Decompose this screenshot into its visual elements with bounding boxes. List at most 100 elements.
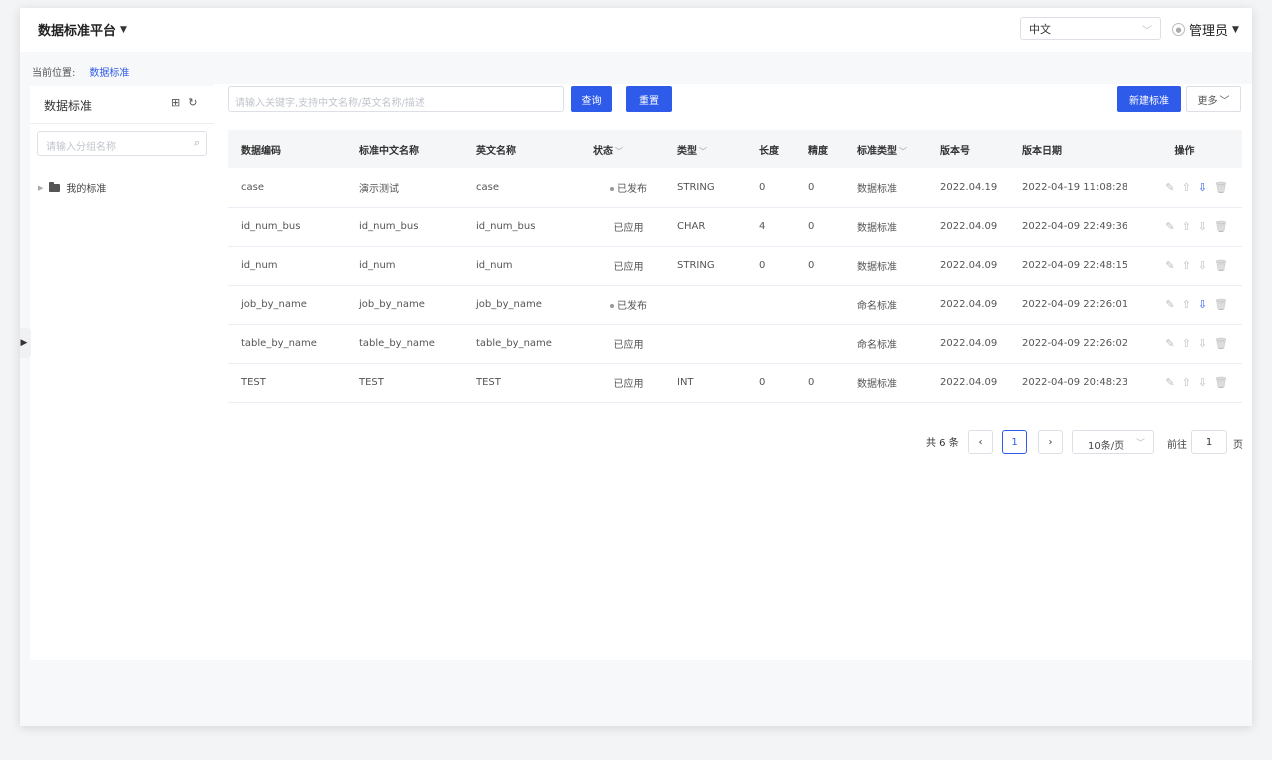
goto-label: 前往 [1167,440,1187,451]
column-header: 数据编码 [228,130,346,168]
column-header: 英文名称 [463,130,580,168]
delete-icon[interactable]: 🗑 [1214,220,1228,233]
status-dot-icon [610,186,614,191]
breadcrumb-current-link[interactable]: 数据标准 [89,64,129,79]
edit-icon[interactable]: ✎ [1165,376,1174,389]
page-size-value: 10条/页 [1088,441,1125,452]
column-header: 长度 [746,130,795,168]
apply-icon[interactable]: ⇩ [1198,376,1207,389]
publish-icon[interactable]: ⇧ [1182,220,1191,233]
search-icon[interactable]: ⌕ [194,136,200,150]
apply-icon[interactable]: ⇩ [1198,337,1207,350]
std-type-cell: 命名标准 [844,285,927,325]
code-link[interactable]: TEST [228,363,346,403]
publish-icon[interactable]: ⇧ [1182,259,1191,272]
delete-icon[interactable]: 🗑 [1214,337,1228,350]
column-header-type[interactable]: 类型 ﹀ [664,130,746,168]
code-link[interactable]: id_num [228,246,346,286]
column-header-std-type[interactable]: 标准类型 ﹀ [844,130,927,168]
length-cell: 4 [746,207,795,247]
expand-arrow-icon[interactable]: ▶ [38,184,43,192]
delete-icon[interactable]: 🗑 [1214,376,1228,389]
group-search-input[interactable]: 请输入分组名称 ⌕ [37,131,207,156]
publish-icon[interactable]: ⇧ [1182,376,1191,389]
cn-name-cell: id_num [346,246,463,286]
code-link[interactable]: job_by_name [228,285,346,325]
date-cell: 2022-04-09 22:26:01 [1009,285,1127,325]
prev-page-button[interactable]: ‹ [968,430,993,454]
edit-icon[interactable]: ✎ [1165,337,1174,350]
column-header: 精度 [795,130,844,168]
apply-icon[interactable]: ⇩ [1198,298,1207,311]
std-type-cell: 数据标准 [844,246,927,286]
caret-down-icon: ▼ [1232,24,1239,35]
version-cell: 2022.04.09 [927,363,1009,403]
new-standard-button[interactable]: 新建标准 [1117,86,1181,112]
sidebar-collapse-handle[interactable]: ▶ [20,328,31,358]
en-name-cell: case [463,168,580,208]
next-page-button[interactable]: › [1038,430,1063,454]
filter-icon[interactable]: ﹀ [615,147,623,156]
reset-button[interactable]: 重置 [626,86,672,112]
page-unit-label: 页 [1233,440,1243,451]
version-cell: 2022.04.19 [927,168,1009,208]
cn-name-cell: TEST [346,363,463,403]
date-cell: 2022-04-09 22:26:02 [1009,324,1127,364]
add-group-icon[interactable]: ⊞ [171,96,180,109]
ops-cell: ✎ ⇧ ⇩ 🗑 [1127,285,1242,325]
group-tree-panel: 数据标准 ⊞ ↻ 请输入分组名称 ⌕ ▶ 我的标准 [30,86,214,660]
column-header-status[interactable]: 状态 ﹀ [580,130,664,168]
goto-page-input[interactable]: 1 [1191,430,1227,454]
publish-icon[interactable]: ⇧ [1182,337,1191,350]
user-menu[interactable]: ● 管理员 ▼ [1172,20,1239,39]
precision-cell: 0 [795,168,844,208]
filter-icon[interactable]: ﹀ [699,147,707,156]
precision-cell: 0 [795,363,844,403]
filter-icon[interactable]: ﹀ [899,147,907,156]
more-button[interactable]: 更多 ﹀ [1186,86,1241,112]
keyword-search-input[interactable]: 请输入关键字,支持中文名称/英文名称/描述 [228,86,564,112]
apply-icon[interactable]: ⇩ [1198,259,1207,272]
column-header: 版本号 [927,130,1009,168]
status-cell: 已发布 [580,168,664,208]
edit-icon[interactable]: ✎ [1165,259,1174,272]
tree-item-label: 我的标准 [66,184,107,195]
length-cell: 0 [746,168,795,208]
language-select[interactable]: 中文 ﹀ [1020,17,1161,40]
refresh-icon[interactable]: ↻ [188,96,197,109]
table-header-row: 数据编码 标准中文名称 英文名称 状态 ﹀ 类型 ﹀ 长度 精度 标准类型 ﹀ 版本号… [228,130,1242,168]
precision-cell: 0 [795,246,844,286]
delete-icon[interactable]: 🗑 [1214,298,1228,311]
type-cell: INT [664,363,746,403]
page-number-button[interactable]: 1 [1002,430,1027,454]
apply-icon[interactable]: ⇩ [1198,220,1207,233]
cn-name-cell: table_by_name [346,324,463,364]
version-cell: 2022.04.09 [927,324,1009,364]
query-button[interactable]: 查询 [571,86,612,112]
code-link[interactable]: case [228,168,346,208]
user-name: 管理员 [1189,24,1229,39]
publish-icon[interactable]: ⇧ [1182,181,1191,194]
publish-icon[interactable]: ⇧ [1182,298,1191,311]
table-row: table_by_name table_by_name table_by_nam… [228,324,1242,364]
pagination-total: 共 6 条 [926,438,959,449]
tree-item-my-standards[interactable]: ▶ 我的标准 [38,180,208,195]
platform-switcher[interactable]: 数据标准平台 ▼ [38,20,127,39]
table-row: case 演示测试 case 已发布 STRING 0 0 数据标准 2022.… [228,168,1242,208]
en-name-cell: TEST [463,363,580,403]
apply-icon[interactable]: ⇩ [1198,181,1207,194]
delete-icon[interactable]: 🗑 [1214,181,1228,194]
code-link[interactable]: id_num_bus [228,207,346,247]
code-link[interactable]: table_by_name [228,324,346,364]
status-cell: 已应用 [580,246,664,286]
table-row: id_num_bus id_num_bus id_num_bus 已应用 CHA… [228,207,1242,247]
table-row: id_num id_num id_num 已应用 STRING 0 0 数据标准… [228,246,1242,286]
edit-icon[interactable]: ✎ [1165,220,1174,233]
breadcrumb: 当前位置: 数据标准 [32,64,129,79]
page-size-select[interactable]: 10条/页 ﹀ [1072,430,1154,454]
edit-icon[interactable]: ✎ [1165,298,1174,311]
precision-cell: 0 [795,207,844,247]
group-search-placeholder: 请输入分组名称 [46,142,116,153]
delete-icon[interactable]: 🗑 [1214,259,1228,272]
edit-icon[interactable]: ✎ [1165,181,1174,194]
